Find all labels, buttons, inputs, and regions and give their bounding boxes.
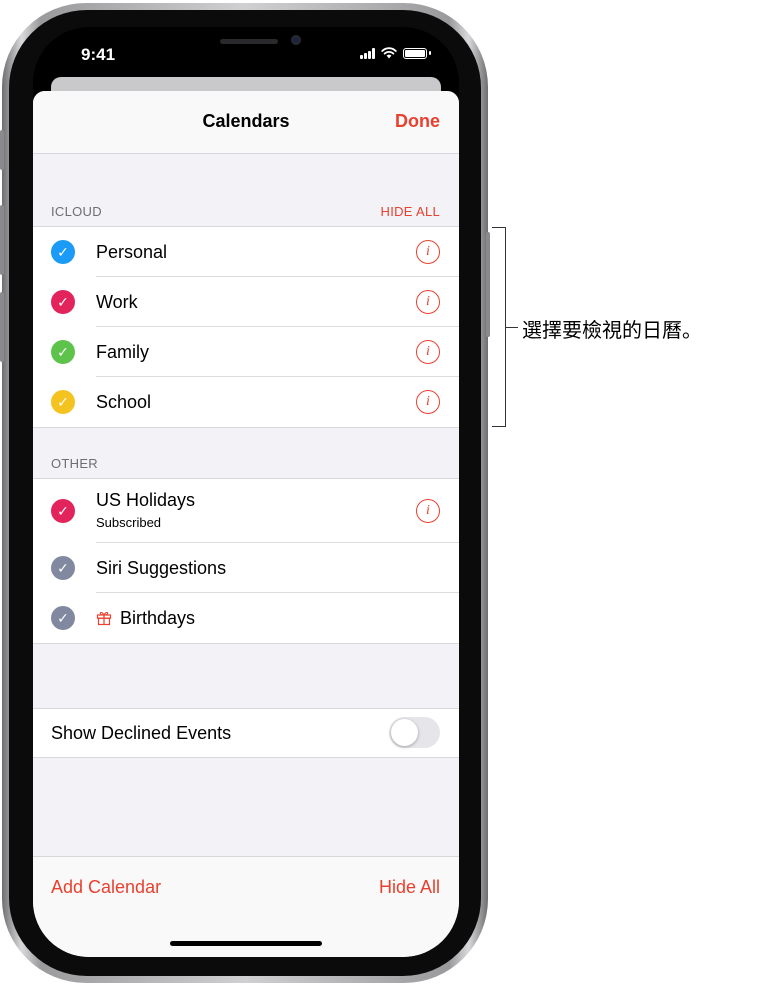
cellular-signal-icon (360, 47, 375, 59)
calendar-subtitle: Subscribed (96, 515, 162, 530)
calendar-name: Work (96, 292, 138, 312)
speaker-grille (220, 39, 278, 44)
callout-text: 選擇要檢視的日曆。 (522, 318, 702, 342)
calendar-row-birthdays[interactable]: ✓ Birthdays (33, 593, 459, 643)
show-declined-toggle[interactable] (389, 717, 440, 748)
volume-down-button (0, 292, 4, 362)
checkmark-icon[interactable]: ✓ (51, 340, 75, 364)
icloud-calendar-list: ✓ Personal i ✓ Work i ✓ Family i ✓ Schoo… (33, 226, 459, 428)
calendar-row-siri-suggestions[interactable]: ✓ Siri Suggestions (33, 543, 459, 593)
calendar-name: US Holidays (96, 490, 196, 510)
callout-leader-line (506, 327, 518, 328)
checkmark-icon[interactable]: ✓ (51, 240, 75, 264)
other-calendar-list: ✓ US Holidays Subscribed i ✓ Siri Sugges… (33, 478, 459, 644)
front-camera (291, 35, 301, 45)
info-icon[interactable]: i (416, 390, 440, 414)
power-button (486, 232, 490, 337)
icloud-section-header: ICLOUD HIDE ALL (33, 204, 459, 224)
wifi-icon (381, 47, 397, 59)
phone-screen: 9:41 Calendars Done ICLOUD HIDE ALL ✓ Pe… (33, 27, 459, 957)
gift-icon (96, 611, 112, 626)
calendar-row-us-holidays[interactable]: ✓ US Holidays Subscribed i (33, 479, 459, 543)
calendar-row-work[interactable]: ✓ Work i (33, 277, 459, 327)
status-icons (360, 47, 431, 59)
calendars-sheet: Calendars Done ICLOUD HIDE ALL ✓ Persona… (33, 91, 459, 957)
checkmark-icon[interactable]: ✓ (51, 606, 75, 630)
side-button (0, 130, 4, 170)
bottom-toolbar: Add Calendar Hide All (33, 856, 459, 957)
checkmark-icon[interactable]: ✓ (51, 499, 75, 523)
show-declined-label: Show Declined Events (51, 723, 232, 743)
calendar-name: Family (96, 342, 149, 362)
hide-all-button[interactable]: Hide All (379, 877, 440, 898)
battery-tip (429, 51, 431, 55)
checkmark-icon[interactable]: ✓ (51, 390, 75, 414)
checkmark-icon[interactable]: ✓ (51, 556, 75, 580)
icloud-header-label: ICLOUD (51, 204, 102, 219)
status-time: 9:41 (81, 45, 116, 64)
calendar-row-school[interactable]: ✓ School i (33, 377, 459, 427)
info-icon[interactable]: i (416, 290, 440, 314)
volume-up-button (0, 205, 4, 275)
nav-bar: Calendars Done (33, 91, 459, 154)
other-header-label: OTHER (51, 456, 98, 471)
add-calendar-button[interactable]: Add Calendar (51, 877, 161, 898)
show-declined-events-row: Show Declined Events (33, 709, 459, 757)
other-section-header: OTHER (33, 456, 459, 476)
calendar-name: Personal (96, 242, 168, 262)
done-button[interactable]: Done (395, 111, 440, 132)
hide-all-icloud-button[interactable]: HIDE ALL (381, 204, 440, 219)
calendar-row-personal[interactable]: ✓ Personal i (33, 227, 459, 277)
battery-icon (403, 47, 427, 59)
calendar-name: Birthdays (120, 608, 196, 628)
callout-bracket (492, 227, 506, 427)
info-icon[interactable]: i (416, 240, 440, 264)
info-icon[interactable]: i (416, 340, 440, 364)
calendar-name: School (96, 392, 152, 412)
info-icon[interactable]: i (416, 499, 440, 523)
toggle-knob (391, 719, 418, 746)
calendar-name: Siri Suggestions (96, 558, 227, 578)
calendar-row-family[interactable]: ✓ Family i (33, 327, 459, 377)
settings-list: Show Declined Events (33, 708, 459, 758)
checkmark-icon[interactable]: ✓ (51, 290, 75, 314)
home-indicator[interactable] (170, 941, 322, 946)
